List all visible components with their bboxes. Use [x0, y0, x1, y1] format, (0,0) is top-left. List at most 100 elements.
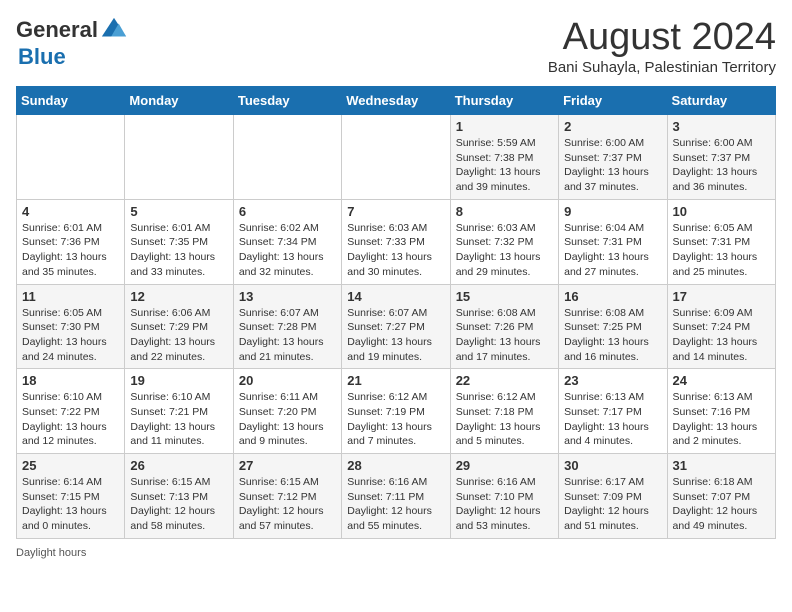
calendar-week-row: 25 Sunrise: 6:14 AMSunset: 7:15 PMDayligh…	[17, 454, 776, 539]
logo-general-text: General	[16, 17, 98, 43]
day-info: Sunrise: 6:06 AMSunset: 7:29 PMDaylight:…	[130, 306, 227, 365]
day-info: Sunrise: 6:07 AMSunset: 7:27 PMDaylight:…	[347, 306, 444, 365]
day-number: 19	[130, 373, 227, 388]
day-info: Sunrise: 6:05 AMSunset: 7:31 PMDaylight:…	[673, 221, 770, 280]
calendar-week-row: 1 Sunrise: 5:59 AMSunset: 7:38 PMDaylight…	[17, 115, 776, 200]
day-info: Sunrise: 6:09 AMSunset: 7:24 PMDaylight:…	[673, 306, 770, 365]
day-number: 16	[564, 289, 661, 304]
calendar-cell: 12 Sunrise: 6:06 AMSunset: 7:29 PMDayligh…	[125, 284, 233, 369]
calendar-cell: 1 Sunrise: 5:59 AMSunset: 7:38 PMDaylight…	[450, 115, 558, 200]
day-number: 15	[456, 289, 553, 304]
column-header-wednesday: Wednesday	[342, 87, 450, 115]
day-number: 22	[456, 373, 553, 388]
day-number: 14	[347, 289, 444, 304]
day-number: 28	[347, 458, 444, 473]
day-info: Sunrise: 6:14 AMSunset: 7:15 PMDaylight:…	[22, 475, 119, 534]
calendar-cell: 10 Sunrise: 6:05 AMSunset: 7:31 PMDayligh…	[667, 199, 775, 284]
calendar-cell: 28Sunrise: 6:16 AMSunset: 7:11 PMDayligh…	[342, 454, 450, 539]
calendar-cell: 29 Sunrise: 6:16 AMSunset: 7:10 PMDayligh…	[450, 454, 558, 539]
day-info: Sunrise: 6:00 AMSunset: 7:37 PMDaylight:…	[564, 136, 661, 195]
day-info: Sunrise: 6:08 AMSunset: 7:26 PMDaylight:…	[456, 306, 553, 365]
day-number: 27	[239, 458, 336, 473]
day-number: 25	[22, 458, 119, 473]
day-info: Sunrise: 6:03 AMSunset: 7:33 PMDaylight:…	[347, 221, 444, 280]
calendar-week-row: 4Sunrise: 6:01 AMSunset: 7:36 PMDaylight…	[17, 199, 776, 284]
calendar-cell: 6 Sunrise: 6:02 AMSunset: 7:34 PMDaylight…	[233, 199, 341, 284]
page-header: General Blue August 2024 Bani Suhayla, P…	[16, 16, 776, 76]
calendar-cell: 23 Sunrise: 6:13 AMSunset: 7:17 PMDayligh…	[559, 369, 667, 454]
calendar-cell: 5 Sunrise: 6:01 AMSunset: 7:35 PMDaylight…	[125, 199, 233, 284]
calendar-cell: 4Sunrise: 6:01 AMSunset: 7:36 PMDaylight…	[17, 199, 125, 284]
calendar-cell: 8 Sunrise: 6:03 AMSunset: 7:32 PMDaylight…	[450, 199, 558, 284]
day-number: 2	[564, 119, 661, 134]
day-info: Sunrise: 6:05 AMSunset: 7:30 PMDaylight:…	[22, 306, 119, 365]
day-info: Sunrise: 6:11 AMSunset: 7:20 PMDaylight:…	[239, 390, 336, 449]
day-info: Sunrise: 6:02 AMSunset: 7:34 PMDaylight:…	[239, 221, 336, 280]
calendar-cell: 3Sunrise: 6:00 AMSunset: 7:37 PMDaylight…	[667, 115, 775, 200]
day-info: Sunrise: 6:15 AMSunset: 7:13 PMDaylight:…	[130, 475, 227, 534]
calendar-cell: 21Sunrise: 6:12 AMSunset: 7:19 PMDayligh…	[342, 369, 450, 454]
calendar-cell: 22 Sunrise: 6:12 AMSunset: 7:18 PMDayligh…	[450, 369, 558, 454]
calendar-cell: 13Sunrise: 6:07 AMSunset: 7:28 PMDayligh…	[233, 284, 341, 369]
calendar-cell: 25 Sunrise: 6:14 AMSunset: 7:15 PMDayligh…	[17, 454, 125, 539]
calendar-cell: 11 Sunrise: 6:05 AMSunset: 7:30 PMDayligh…	[17, 284, 125, 369]
calendar-header-row: SundayMondayTuesdayWednesdayThursdayFrid…	[17, 87, 776, 115]
column-header-friday: Friday	[559, 87, 667, 115]
column-header-tuesday: Tuesday	[233, 87, 341, 115]
calendar-week-row: 11 Sunrise: 6:05 AMSunset: 7:30 PMDayligh…	[17, 284, 776, 369]
calendar-cell	[125, 115, 233, 200]
day-number: 24	[673, 373, 770, 388]
logo: General Blue	[16, 16, 128, 70]
day-number: 6	[239, 204, 336, 219]
footer-note: Daylight hours	[16, 547, 776, 559]
day-info: Sunrise: 6:07 AMSunset: 7:28 PMDaylight:…	[239, 306, 336, 365]
calendar-cell: 18Sunrise: 6:10 AMSunset: 7:22 PMDayligh…	[17, 369, 125, 454]
day-number: 11	[22, 289, 119, 304]
column-header-sunday: Sunday	[17, 87, 125, 115]
calendar-cell: 26Sunrise: 6:15 AMSunset: 7:13 PMDayligh…	[125, 454, 233, 539]
day-info: Sunrise: 6:10 AMSunset: 7:22 PMDaylight:…	[22, 390, 119, 449]
day-info: Sunrise: 6:15 AMSunset: 7:12 PMDaylight:…	[239, 475, 336, 534]
day-number: 17	[673, 289, 770, 304]
calendar-cell: 20Sunrise: 6:11 AMSunset: 7:20 PMDayligh…	[233, 369, 341, 454]
day-number: 10	[673, 204, 770, 219]
day-number: 30	[564, 458, 661, 473]
day-number: 23	[564, 373, 661, 388]
calendar-cell: 9 Sunrise: 6:04 AMSunset: 7:31 PMDaylight…	[559, 199, 667, 284]
day-info: Sunrise: 6:08 AMSunset: 7:25 PMDaylight:…	[564, 306, 661, 365]
day-number: 9	[564, 204, 661, 219]
column-header-monday: Monday	[125, 87, 233, 115]
day-info: Sunrise: 6:03 AMSunset: 7:32 PMDaylight:…	[456, 221, 553, 280]
day-info: Sunrise: 6:04 AMSunset: 7:31 PMDaylight:…	[564, 221, 661, 280]
day-number: 29	[456, 458, 553, 473]
column-header-saturday: Saturday	[667, 87, 775, 115]
day-number: 4	[22, 204, 119, 219]
day-info: Sunrise: 6:01 AMSunset: 7:35 PMDaylight:…	[130, 221, 227, 280]
calendar-cell	[17, 115, 125, 200]
calendar-cell: 27 Sunrise: 6:15 AMSunset: 7:12 PMDayligh…	[233, 454, 341, 539]
day-number: 31	[673, 458, 770, 473]
day-info: Sunrise: 6:10 AMSunset: 7:21 PMDaylight:…	[130, 390, 227, 449]
day-info: Sunrise: 6:12 AMSunset: 7:19 PMDaylight:…	[347, 390, 444, 449]
day-info: Sunrise: 6:16 AMSunset: 7:10 PMDaylight:…	[456, 475, 553, 534]
day-number: 1	[456, 119, 553, 134]
calendar-cell: 7 Sunrise: 6:03 AMSunset: 7:33 PMDaylight…	[342, 199, 450, 284]
day-info: Sunrise: 5:59 AMSunset: 7:38 PMDaylight:…	[456, 136, 553, 195]
day-info: Sunrise: 6:13 AMSunset: 7:17 PMDaylight:…	[564, 390, 661, 449]
day-info: Sunrise: 6:00 AMSunset: 7:37 PMDaylight:…	[673, 136, 770, 195]
day-number: 5	[130, 204, 227, 219]
calendar-cell	[233, 115, 341, 200]
calendar-cell: 15 Sunrise: 6:08 AMSunset: 7:26 PMDayligh…	[450, 284, 558, 369]
day-number: 8	[456, 204, 553, 219]
day-number: 12	[130, 289, 227, 304]
day-info: Sunrise: 6:12 AMSunset: 7:18 PMDaylight:…	[456, 390, 553, 449]
day-number: 7	[347, 204, 444, 219]
calendar-cell: 16 Sunrise: 6:08 AMSunset: 7:25 PMDayligh…	[559, 284, 667, 369]
logo-icon	[100, 16, 128, 44]
calendar-cell: 19 Sunrise: 6:10 AMSunset: 7:21 PMDayligh…	[125, 369, 233, 454]
calendar-cell: 14 Sunrise: 6:07 AMSunset: 7:27 PMDayligh…	[342, 284, 450, 369]
location-subtitle: Bani Suhayla, Palestinian Territory	[548, 59, 776, 76]
calendar-cell: 24 Sunrise: 6:13 AMSunset: 7:16 PMDayligh…	[667, 369, 775, 454]
column-header-thursday: Thursday	[450, 87, 558, 115]
day-info: Sunrise: 6:13 AMSunset: 7:16 PMDaylight:…	[673, 390, 770, 449]
